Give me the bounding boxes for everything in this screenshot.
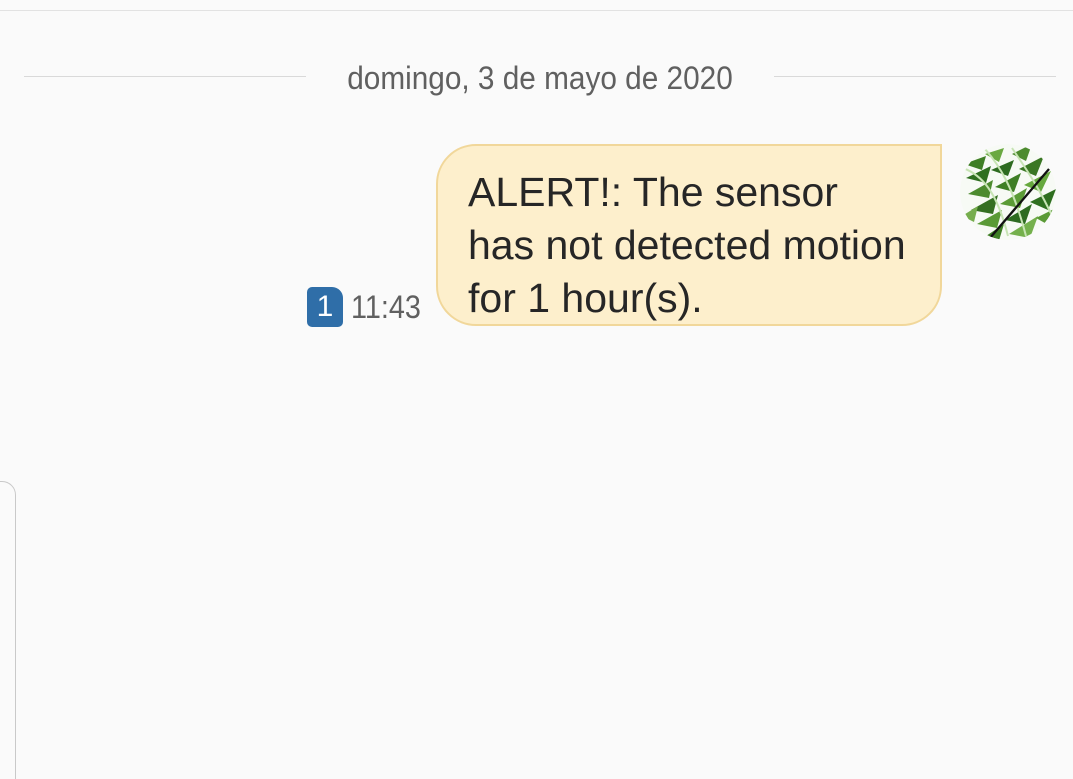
message-bubble[interactable]: ALERT!: The sensor has not detected moti… — [436, 144, 942, 326]
message-text: ALERT!: The sensor has not detected moti… — [468, 169, 906, 321]
date-divider-left — [24, 76, 306, 77]
contact-avatar[interactable] — [960, 144, 1056, 240]
message-row[interactable]: 1 11:43 ALERT!: The sensor has not detec… — [0, 143, 1073, 343]
message-thread-screen: domingo, 3 de mayo de 2020 1 11:43 ALERT… — [0, 0, 1073, 779]
date-divider-right — [774, 76, 1056, 77]
top-bar-edge — [0, 0, 1073, 11]
side-panel-edge[interactable] — [0, 481, 16, 779]
message-timestamp: 11:43 — [351, 289, 421, 325]
date-label: domingo, 3 de mayo de 2020 — [347, 60, 733, 96]
sim-card-badge: 1 — [307, 287, 343, 327]
date-separator: domingo, 3 de mayo de 2020 — [24, 56, 1056, 100]
fern-leaf-avatar-icon — [960, 144, 1056, 240]
